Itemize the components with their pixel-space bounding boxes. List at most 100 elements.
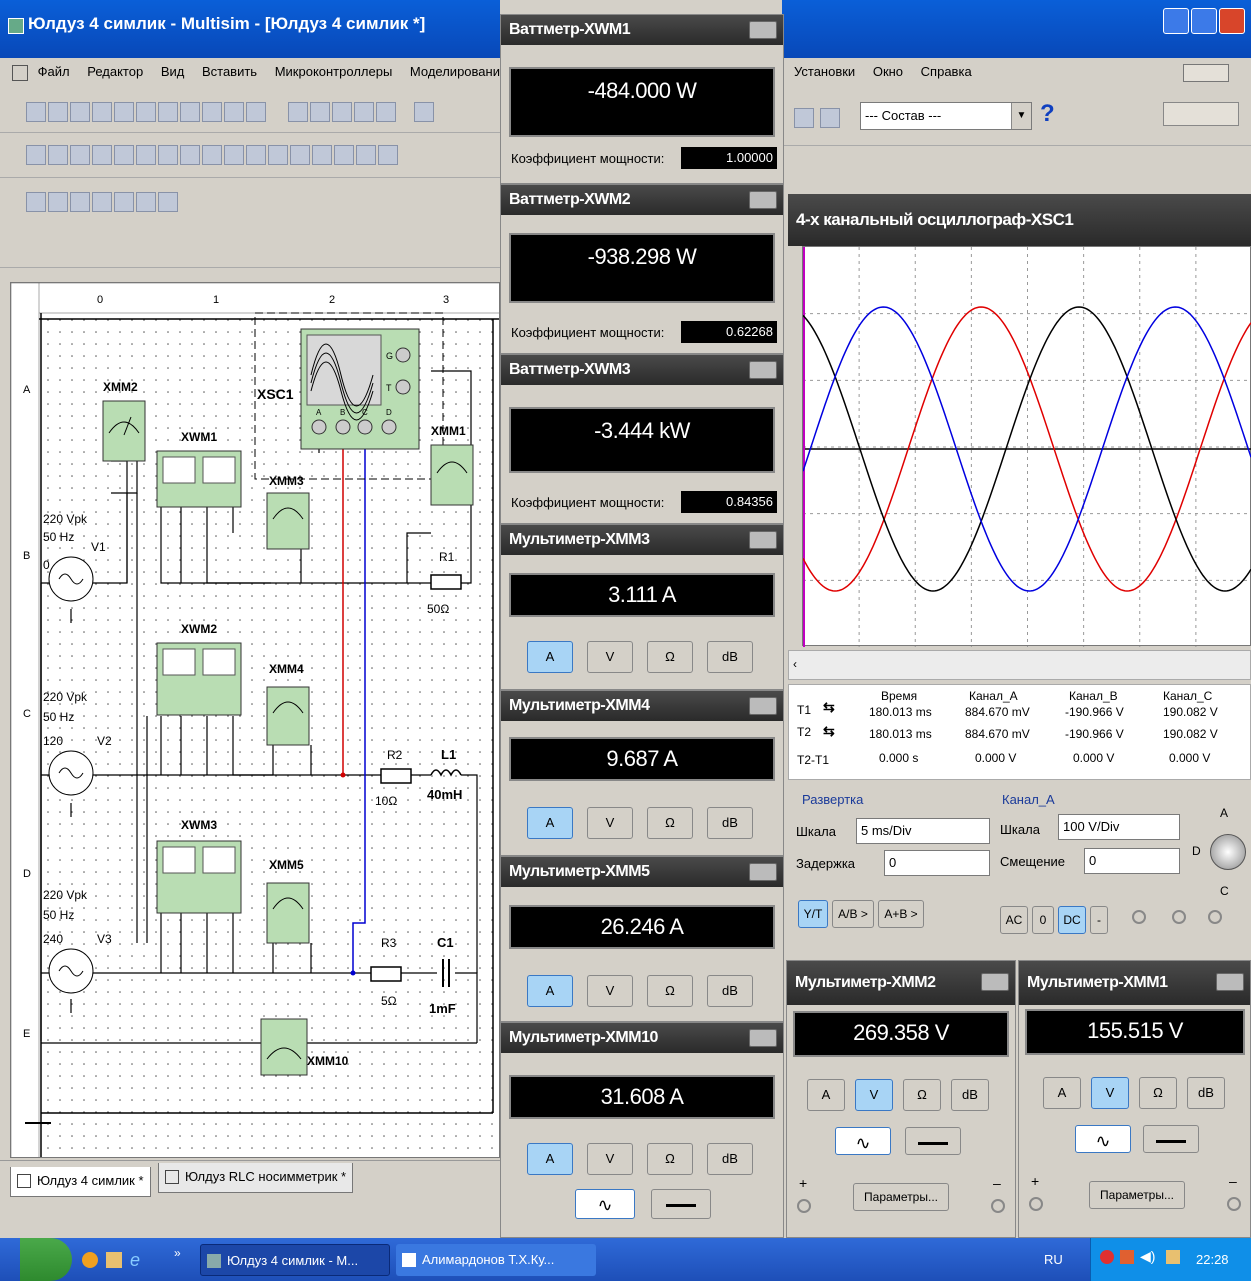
- browser-icon[interactable]: e: [130, 1250, 140, 1271]
- multimeter-xmm2[interactable]: Мультиметр-XMM2 269.358 V A V Ω dB ∿ + П…: [786, 960, 1016, 1238]
- terminal-1-icon[interactable]: [1132, 910, 1146, 924]
- ac-button[interactable]: ∿: [835, 1127, 891, 1155]
- menu-options[interactable]: Установки: [794, 64, 855, 79]
- dc-button[interactable]: [651, 1189, 711, 1219]
- xmm2-symbol[interactable]: [102, 400, 146, 462]
- chan-scale-input[interactable]: 100 V/Div: [1058, 814, 1180, 840]
- scope-screen[interactable]: [802, 246, 1251, 647]
- minimize-button[interactable]: [1163, 8, 1189, 34]
- transistor-icon[interactable]: [92, 145, 112, 165]
- window-button-icon[interactable]: [749, 361, 777, 379]
- coupling-ac-button[interactable]: AC: [1000, 906, 1028, 934]
- counter-tool-icon[interactable]: [158, 192, 178, 212]
- mixed-icon[interactable]: [202, 145, 222, 165]
- window-button-icon[interactable]: [749, 697, 777, 715]
- plus-terminal-icon[interactable]: [1029, 1197, 1043, 1211]
- mode-ab-button[interactable]: A/B >: [832, 900, 874, 928]
- menu-mcu[interactable]: Микроконтроллеры: [275, 64, 393, 79]
- wattmeter-xwm3[interactable]: Ваттметр-XWM3 -3.444 kW Коэффициент мощн…: [500, 354, 784, 524]
- menu-file[interactable]: Файл: [38, 64, 70, 79]
- window-button-icon[interactable]: [1216, 973, 1244, 991]
- terminal-2-icon[interactable]: [1172, 910, 1186, 924]
- mode-a-button[interactable]: A: [527, 1143, 573, 1175]
- mode-ohm-button[interactable]: Ω: [647, 807, 693, 839]
- mode-db-button[interactable]: dB: [707, 807, 753, 839]
- scope-hscroll[interactable]: ‹: [788, 650, 1251, 680]
- mode-v-button[interactable]: V: [587, 1143, 633, 1175]
- mode-db-button[interactable]: dB: [1187, 1077, 1225, 1109]
- peripheral-icon[interactable]: [290, 145, 310, 165]
- mode-v-button[interactable]: V: [587, 641, 633, 673]
- oscilloscope-tool-icon[interactable]: [92, 192, 112, 212]
- mode-v-button[interactable]: V: [855, 1079, 893, 1111]
- quicklaunch-icon-1[interactable]: [82, 1252, 98, 1268]
- zoom-fit-icon[interactable]: [376, 102, 396, 122]
- scroll-left-icon[interactable]: ‹: [793, 657, 797, 671]
- taskbar-item-multisim[interactable]: Юлдуз 4 симлик - M...: [200, 1244, 390, 1276]
- cut-icon[interactable]: [158, 102, 178, 122]
- close-button[interactable]: [1219, 8, 1245, 34]
- menu-insert[interactable]: Вставить: [202, 64, 257, 79]
- diode-icon[interactable]: [70, 145, 90, 165]
- mode-a-button[interactable]: A: [527, 641, 573, 673]
- coupling-0-button[interactable]: 0: [1032, 906, 1054, 934]
- bode-tool-icon[interactable]: [136, 192, 156, 212]
- volume-icon[interactable]: ◀): [1140, 1248, 1155, 1265]
- multimeter-xmm10[interactable]: Мультиметр-XMM10 31.608 A A V Ω dB ∿: [500, 1022, 784, 1238]
- mode-ohm-button[interactable]: Ω: [903, 1079, 941, 1111]
- window-button-icon[interactable]: [749, 191, 777, 209]
- menu-view[interactable]: Вид: [161, 64, 185, 79]
- forward-icon[interactable]: [820, 108, 840, 128]
- multimeter-xmm3[interactable]: Мультиметр-XMM3 3.111 A A V Ω dB: [500, 524, 784, 690]
- coupling-minus-button[interactable]: -: [1090, 906, 1108, 934]
- mode-db-button[interactable]: dB: [951, 1079, 989, 1111]
- xmm4-symbol[interactable]: [266, 686, 310, 746]
- maximize-button[interactable]: [1191, 8, 1217, 34]
- taskbar-item-word[interactable]: Алимардонов Т.Х.Ку...: [396, 1244, 596, 1276]
- menu-edit[interactable]: Редактор: [87, 64, 143, 79]
- doc-tab-1[interactable]: Юлдуз 4 симлик *: [10, 1167, 151, 1197]
- mode-ohm-button[interactable]: Ω: [647, 641, 693, 673]
- menu-window[interactable]: Окно: [873, 64, 903, 79]
- language-indicator[interactable]: RU: [1044, 1252, 1063, 1267]
- wattmeter-xwm2[interactable]: Ваттметр-XWM2 -938.298 W Коэффициент мощ…: [500, 184, 784, 354]
- window-button-icon[interactable]: [749, 1029, 777, 1047]
- print-icon[interactable]: [114, 102, 134, 122]
- hierarchy-icon[interactable]: [378, 145, 398, 165]
- compose-select[interactable]: --- Состав --- ▼: [860, 102, 1032, 130]
- window-button-icon[interactable]: [981, 973, 1009, 991]
- power-icon[interactable]: [246, 145, 266, 165]
- preview-icon[interactable]: [136, 102, 156, 122]
- paste-icon[interactable]: [202, 102, 222, 122]
- redo-icon[interactable]: [246, 102, 266, 122]
- mode-a-button[interactable]: A: [527, 807, 573, 839]
- open-sample-icon[interactable]: [70, 102, 90, 122]
- zoom-in-icon[interactable]: [310, 102, 330, 122]
- xwm3-symbol[interactable]: [156, 840, 242, 914]
- channel-knob[interactable]: [1210, 834, 1246, 870]
- minus-terminal-icon[interactable]: [991, 1199, 1005, 1213]
- cmos-icon[interactable]: [158, 145, 178, 165]
- ac-button[interactable]: ∿: [575, 1189, 635, 1219]
- quicklaunch-icon-2[interactable]: [106, 1252, 122, 1268]
- scope4-tool-icon[interactable]: [114, 192, 134, 212]
- mcu-icon[interactable]: [180, 145, 200, 165]
- menu-simulate[interactable]: Моделирования: [410, 64, 500, 79]
- mode-aplusb-button[interactable]: A+B >: [878, 900, 924, 928]
- mode-db-button[interactable]: dB: [707, 975, 753, 1007]
- chevron-down-icon[interactable]: ▼: [1011, 103, 1031, 129]
- tray-icon-2[interactable]: [1120, 1250, 1134, 1264]
- rf-icon[interactable]: [312, 145, 332, 165]
- source-icon[interactable]: [26, 145, 46, 165]
- xmm10-symbol[interactable]: [260, 1018, 308, 1076]
- zoom-out-icon[interactable]: [332, 102, 352, 122]
- mode-ohm-button[interactable]: Ω: [647, 1143, 693, 1175]
- coupling-dc-button[interactable]: DC: [1058, 906, 1086, 934]
- plus-terminal-icon[interactable]: [797, 1199, 811, 1213]
- t2-arrows-icon[interactable]: ⇆: [823, 723, 835, 740]
- menu-help[interactable]: Справка: [921, 64, 972, 79]
- sweep-scale-input[interactable]: 5 ms/Div: [856, 818, 990, 844]
- multimeter-xmm4[interactable]: Мультиметр-XMM4 9.687 A A V Ω dB: [500, 690, 784, 856]
- chevron-right-icon[interactable]: »: [174, 1246, 181, 1260]
- misc-icon[interactable]: [268, 145, 288, 165]
